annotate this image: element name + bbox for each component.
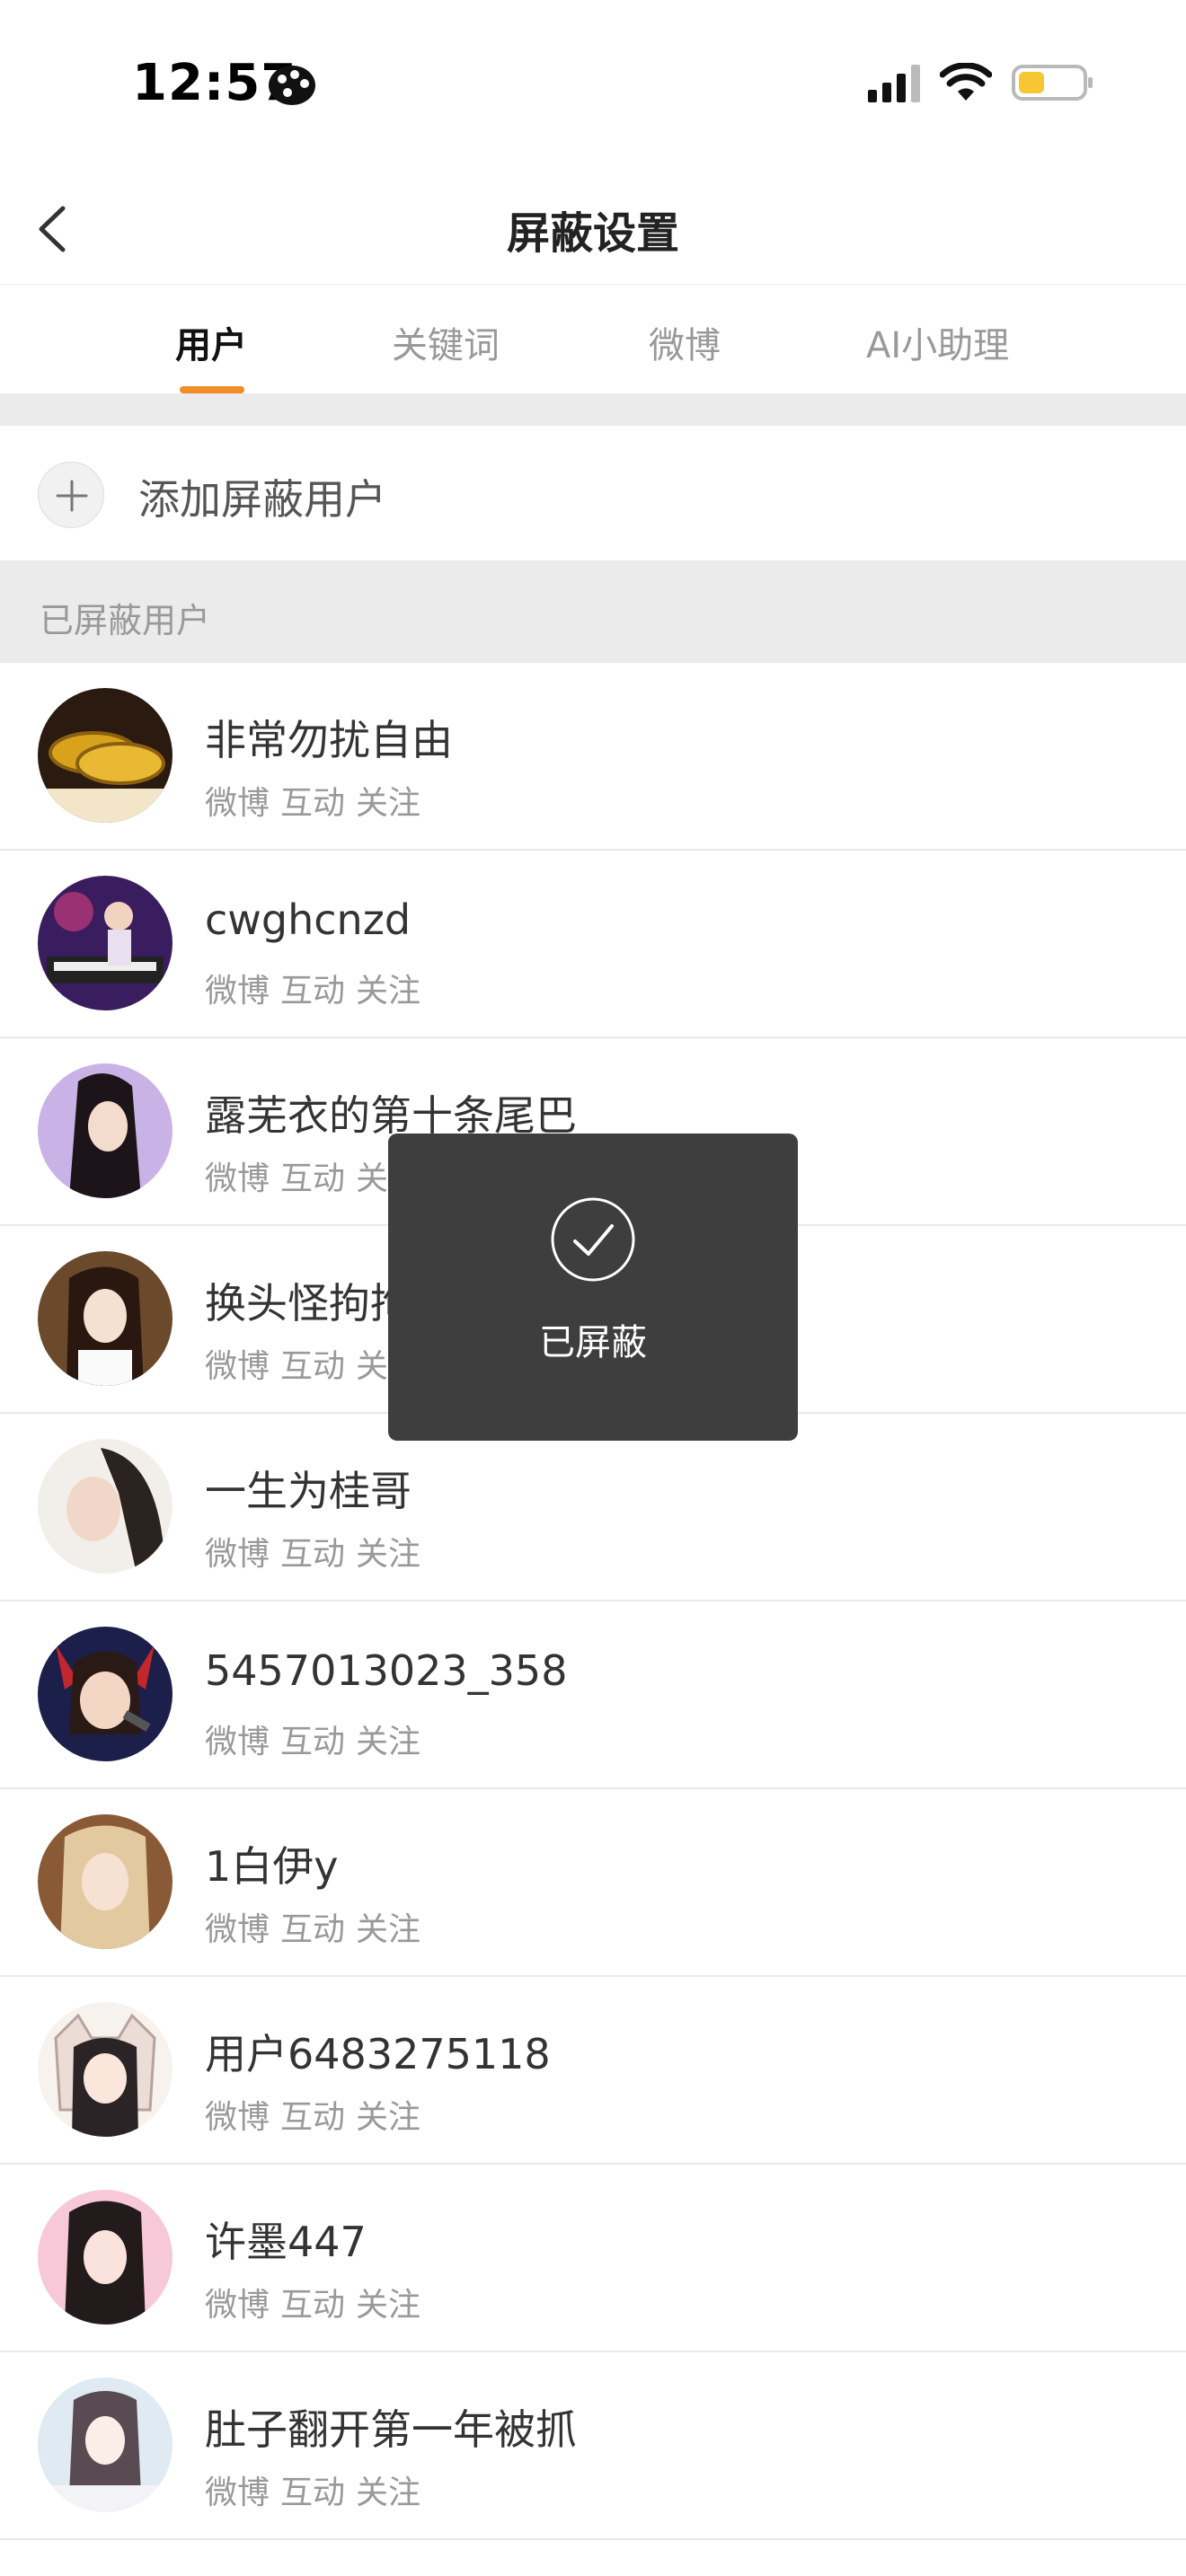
action-follow: 关注 xyxy=(356,973,421,1010)
toast-text: 已屏蔽 xyxy=(539,1322,647,1363)
user-actions: 微博 互动 关注 xyxy=(205,777,420,824)
action-weibo: 微博 xyxy=(205,1911,270,1948)
section-header: 已屏蔽用户 xyxy=(0,560,1186,663)
avatar xyxy=(38,876,173,1010)
user-name: 许墨447 xyxy=(205,2218,367,2266)
user-actions: 微博 互动 关注 xyxy=(205,965,420,1011)
active-tab-indicator xyxy=(180,386,244,393)
list-item[interactable]: 用户6483275118 微博 互动 关注 xyxy=(0,1977,1186,2165)
tab-users[interactable]: 用户 xyxy=(175,316,247,368)
avatar xyxy=(38,2002,173,2137)
action-follow: 关注 xyxy=(356,2099,421,2136)
avatar xyxy=(38,688,173,823)
action-follow: 关注 xyxy=(356,785,421,822)
action-weibo: 微博 xyxy=(205,2287,270,2324)
action-weibo: 微博 xyxy=(205,1348,270,1385)
status-icons xyxy=(868,63,1093,102)
plus-icon xyxy=(38,462,104,528)
user-actions: 微博 互动 关注 xyxy=(205,2279,420,2325)
action-interact: 互动 xyxy=(280,1536,346,1573)
toast: 已屏蔽 xyxy=(388,1134,798,1441)
list-item[interactable]: 许墨447 微博 互动 关注 xyxy=(0,2165,1186,2352)
battery-icon xyxy=(1012,65,1093,101)
action-interact: 互动 xyxy=(280,1911,346,1948)
action-weibo: 微博 xyxy=(205,1160,270,1197)
action-interact: 互动 xyxy=(280,785,346,822)
action-interact: 互动 xyxy=(280,2287,346,2324)
action-weibo: 微博 xyxy=(205,973,270,1010)
add-blocked-user-label: 添加屏蔽用户 xyxy=(138,475,386,524)
wifi-icon xyxy=(940,63,992,101)
action-weibo: 微博 xyxy=(205,2475,270,2511)
list-item[interactable]: 一生为桂哥 微博 互动 关注 xyxy=(0,1414,1186,1601)
nav-bar: 屏蔽设置 xyxy=(0,171,1186,284)
avatar xyxy=(38,2378,173,2512)
list-item[interactable]: 肚子翻开第一年被抓 微博 互动 关注 xyxy=(0,2352,1186,2540)
user-actions: 微博 互动 关注 xyxy=(205,2466,420,2513)
list-item[interactable]: cwghcnzd 微博 互动 关注 xyxy=(0,851,1186,1038)
tab-weibo[interactable]: 微博 xyxy=(649,316,721,368)
avatar xyxy=(38,1814,173,1949)
list-item[interactable]: 1白伊y 微博 互动 关注 xyxy=(0,1789,1186,1977)
user-name: 一生为桂哥 xyxy=(205,1467,412,1515)
user-name: 换头怪拘拘 xyxy=(205,1279,412,1328)
avatar xyxy=(38,1439,173,1574)
add-blocked-user-row[interactable]: 添加屏蔽用户 xyxy=(0,426,1186,560)
user-name: 非常勿扰自由 xyxy=(205,716,453,764)
action-interact: 互动 xyxy=(280,2099,346,2136)
blocked-user-list: 非常勿扰自由 微博 互动 关注 cwghcnzd 微博 互动 关注 露芜衣的第十… xyxy=(0,663,1186,2540)
avatar xyxy=(38,2190,173,2325)
list-item[interactable]: 非常勿扰自由 微博 互动 关注 xyxy=(0,663,1186,851)
user-name: 1白伊y xyxy=(205,1842,339,1891)
user-actions: 微博 互动 关注 xyxy=(205,1716,420,1762)
user-name: 5457013023_358 xyxy=(205,1646,568,1695)
action-follow: 关注 xyxy=(356,1911,421,1948)
action-weibo: 微博 xyxy=(205,785,270,822)
action-follow: 关注 xyxy=(356,2475,421,2511)
tab-ai-assistant[interactable]: AI小助理 xyxy=(866,316,1009,368)
divider-band xyxy=(0,393,1186,426)
status-bar: 12:57 xyxy=(0,0,1186,171)
avatar xyxy=(38,1251,173,1386)
user-actions: 微博 互动 关注 xyxy=(205,2091,420,2138)
user-name: cwghcnzd xyxy=(205,895,412,944)
avatar xyxy=(38,1627,173,1761)
list-item[interactable]: 5457013023_358 微博 互动 关注 xyxy=(0,1601,1186,1789)
action-follow: 关注 xyxy=(356,1536,421,1573)
user-name: 肚子翻开第一年被抓 xyxy=(205,2405,577,2454)
action-weibo: 微博 xyxy=(205,1536,270,1573)
action-interact: 互动 xyxy=(280,1160,346,1197)
action-interact: 互动 xyxy=(280,973,346,1010)
section-label: 已屏蔽用户 xyxy=(40,601,211,640)
signal-icon xyxy=(868,63,920,102)
action-interact: 互动 xyxy=(280,1724,346,1760)
user-actions: 微博 互动 关注 xyxy=(205,1528,420,1575)
action-weibo: 微博 xyxy=(205,2099,270,2136)
page-title: 屏蔽设置 xyxy=(506,208,679,259)
action-follow: 关注 xyxy=(356,1724,421,1760)
user-name: 用户6483275118 xyxy=(205,2030,551,2078)
action-interact: 互动 xyxy=(280,1348,346,1385)
action-weibo: 微博 xyxy=(205,1724,270,1760)
action-interact: 互动 xyxy=(280,2475,346,2511)
palette-icon xyxy=(269,66,315,105)
check-circle-icon xyxy=(551,1197,635,1282)
action-follow: 关注 xyxy=(356,2287,421,2324)
user-actions: 微博 互动 关注 xyxy=(205,1903,420,1950)
tab-keywords[interactable]: 关键词 xyxy=(392,316,500,368)
tab-bar: 用户 关键词 微博 AI小助理 xyxy=(0,284,1186,393)
avatar xyxy=(38,1063,173,1198)
